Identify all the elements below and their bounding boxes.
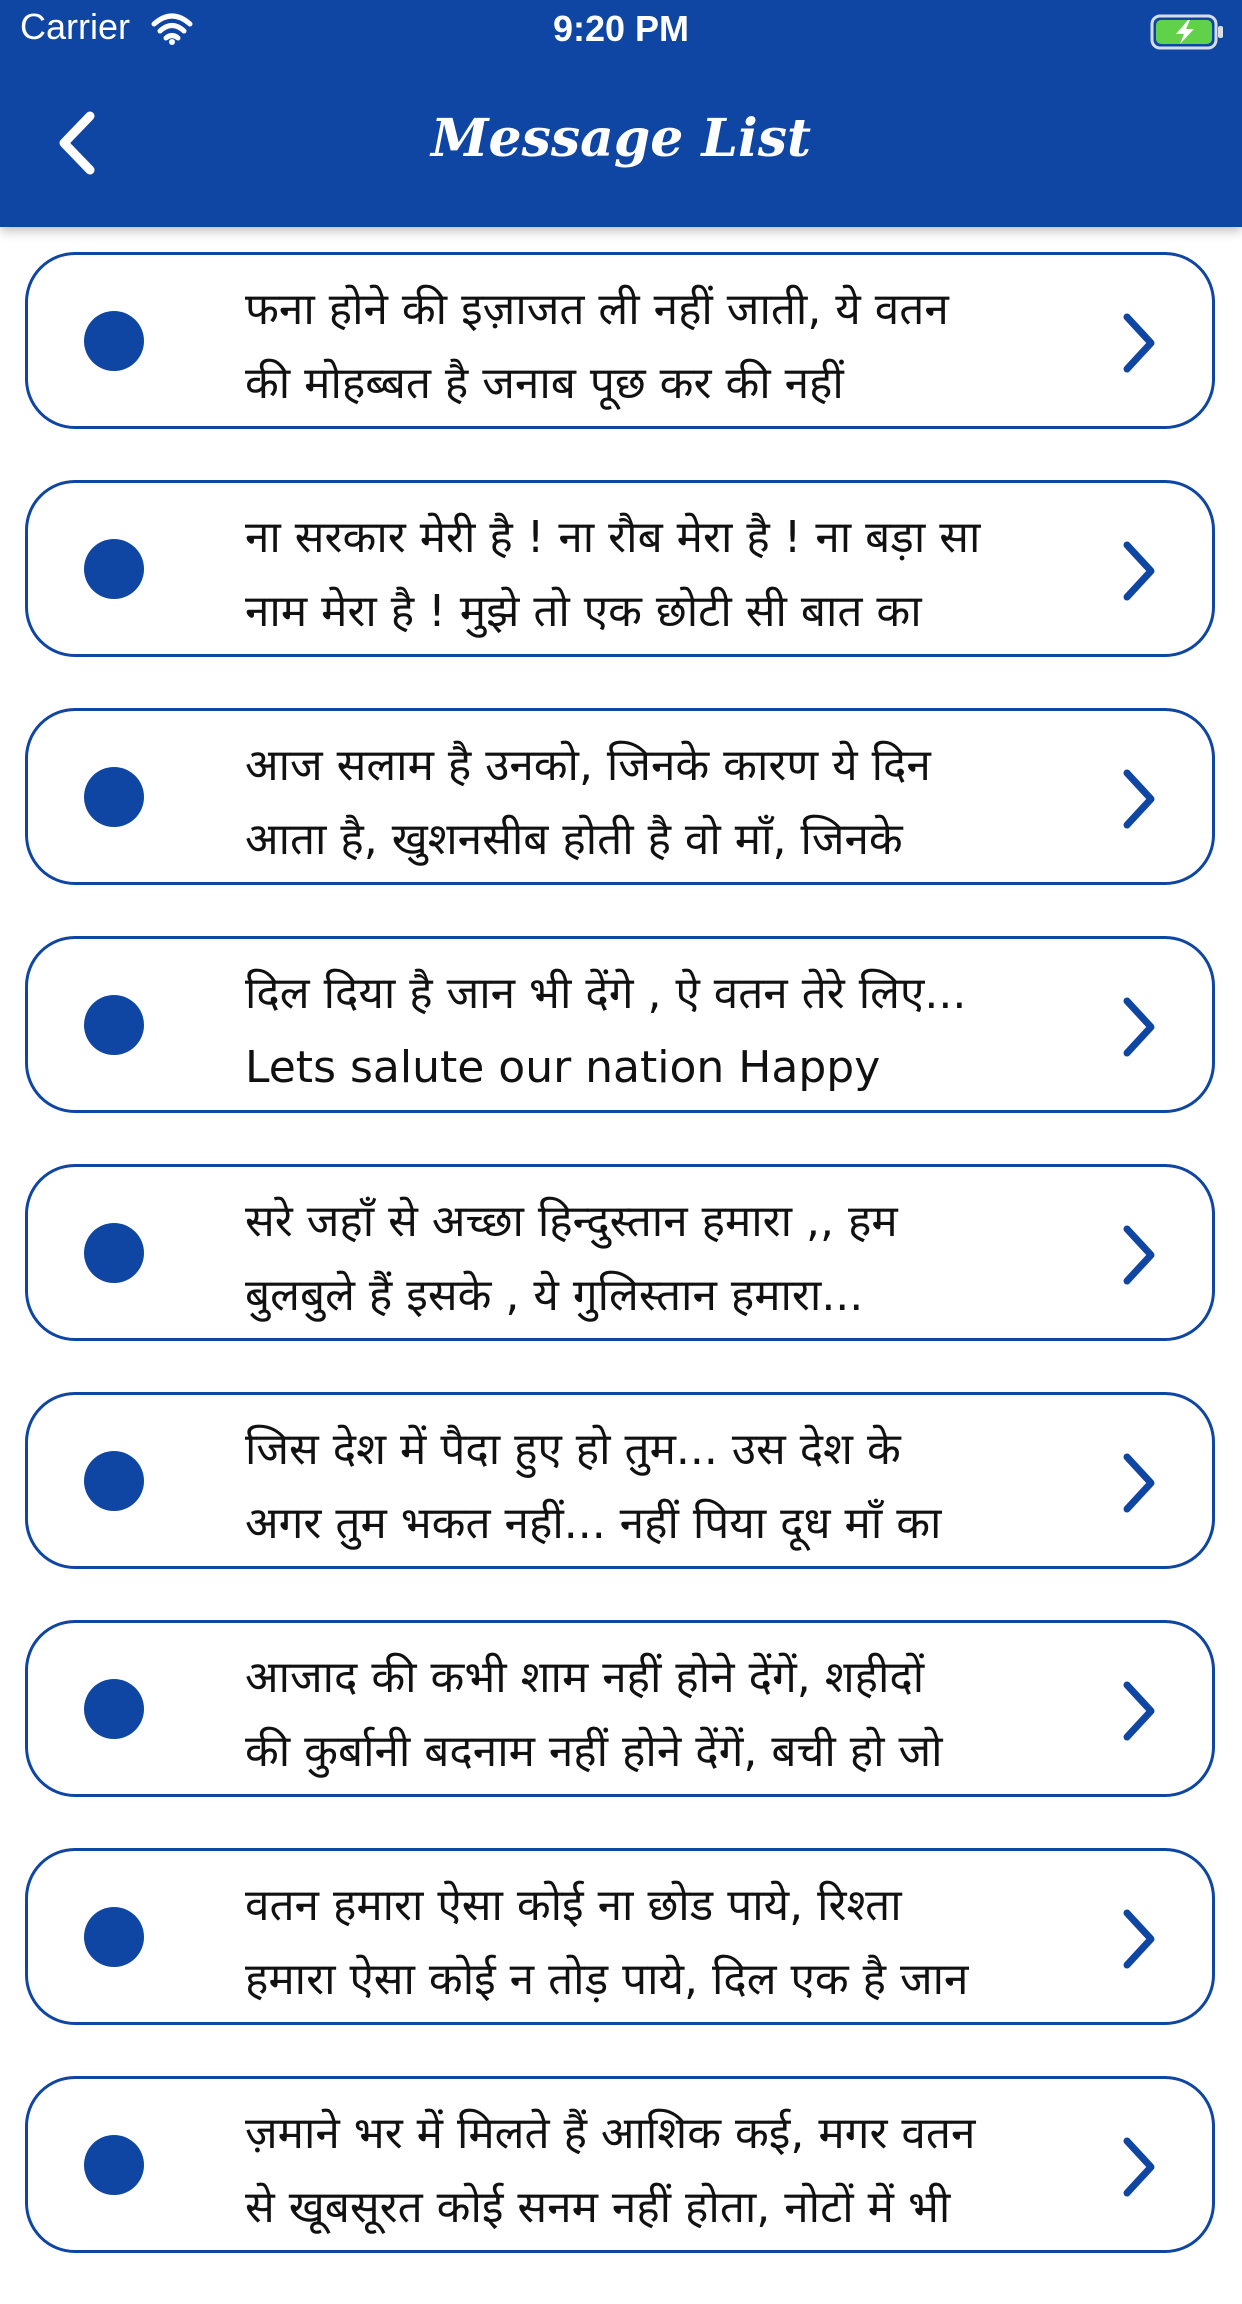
- message-line-1: दिल दिया है जान भी देंगे , ऐ वतन तेरे लि…: [245, 968, 967, 1019]
- message-text: आज सलाम है उनको, जिनके कारण ये दिन आता ह…: [245, 729, 1085, 877]
- bullet-dot-icon: [84, 2135, 144, 2195]
- chevron-right-icon: [1123, 997, 1155, 1057]
- message-line-2: बुलबुले हैं इसके , ये गुलिस्तान हमारा...: [245, 1270, 864, 1321]
- message-line-2: Lets salute our nation Happy: [245, 1042, 881, 1093]
- navigation-bar: Carrier 9:20 PM Message List: [0, 0, 1242, 227]
- bullet-dot-icon: [84, 311, 144, 371]
- status-bar: Carrier 9:20 PM: [0, 0, 1242, 62]
- chevron-right-icon: [1123, 541, 1155, 601]
- message-line-1: सरे जहाँ से अच्छा हिन्दुस्तान हमारा ,, ह…: [245, 1196, 898, 1247]
- bullet-dot-icon: [84, 767, 144, 827]
- battery-charging-icon: [1150, 14, 1226, 54]
- message-item[interactable]: ज़माने भर में मिलते हैं आशिक कई, मगर वतन…: [25, 2076, 1215, 2253]
- message-line-1: फना होने की इज़ाजत ली नहीं जाती, ये वतन: [245, 284, 949, 335]
- chevron-right-icon: [1123, 769, 1155, 829]
- chevron-right-icon: [1123, 1453, 1155, 1513]
- message-item[interactable]: दिल दिया है जान भी देंगे , ऐ वतन तेरे लि…: [25, 936, 1215, 1113]
- chevron-right-icon: [1123, 2137, 1155, 2197]
- message-line-1: वतन हमारा ऐसा कोई ना छोड पाये, रिश्ता: [245, 1880, 902, 1931]
- message-text: जिस देश में पैदा हुए हो तुम... उस देश के…: [245, 1413, 1085, 1561]
- message-line-2: नाम मेरा है ! मुझे तो एक छोटी सी बात का: [245, 586, 922, 637]
- message-item[interactable]: वतन हमारा ऐसा कोई ना छोड पाये, रिश्ता हम…: [25, 1848, 1215, 2025]
- message-line-2: की कुर्बानी बदनाम नहीं होने देंगें, बची …: [245, 1726, 943, 1777]
- message-text: वतन हमारा ऐसा कोई ना छोड पाये, रिश्ता हम…: [245, 1869, 1085, 2017]
- bullet-dot-icon: [84, 1451, 144, 1511]
- message-item[interactable]: आज सलाम है उनको, जिनके कारण ये दिन आता ह…: [25, 708, 1215, 885]
- chevron-right-icon: [1123, 1681, 1155, 1741]
- message-text: फना होने की इज़ाजत ली नहीं जाती, ये वतन …: [245, 273, 1085, 421]
- message-item[interactable]: आजाद की कभी शाम नहीं होने देंगें, शहीदों…: [25, 1620, 1215, 1797]
- message-line-2: से खूबसूरत कोई सनम नहीं होता, नोटों में …: [245, 2182, 951, 2233]
- message-item[interactable]: ना सरकार मेरी है ! ना रौब मेरा है ! ना ब…: [25, 480, 1215, 657]
- message-line-1: आज सलाम है उनको, जिनके कारण ये दिन: [245, 740, 931, 791]
- chevron-right-icon: [1123, 313, 1155, 373]
- message-item[interactable]: जिस देश में पैदा हुए हो तुम... उस देश के…: [25, 1392, 1215, 1569]
- message-text: ज़माने भर में मिलते हैं आशिक कई, मगर वतन…: [245, 2097, 1085, 2245]
- message-item[interactable]: सरे जहाँ से अच्छा हिन्दुस्तान हमारा ,, ह…: [25, 1164, 1215, 1341]
- message-text: आजाद की कभी शाम नहीं होने देंगें, शहीदों…: [245, 1641, 1085, 1789]
- bullet-dot-icon: [84, 995, 144, 1055]
- message-item[interactable]: फना होने की इज़ाजत ली नहीं जाती, ये वतन …: [25, 252, 1215, 429]
- message-line-1: जिस देश में पैदा हुए हो तुम... उस देश के: [245, 1424, 901, 1475]
- message-text: ना सरकार मेरी है ! ना रौब मेरा है ! ना ब…: [245, 501, 1085, 649]
- bullet-dot-icon: [84, 1679, 144, 1739]
- message-text: सरे जहाँ से अच्छा हिन्दुस्तान हमारा ,, ह…: [245, 1185, 1085, 1333]
- status-time: 9:20 PM: [552, 8, 690, 49]
- message-list: फना होने की इज़ाजत ली नहीं जाती, ये वतन …: [0, 252, 1242, 2304]
- message-line-2: आता है, खुशनसीब होती है वो माँ, जिनके: [245, 814, 903, 865]
- chevron-right-icon: [1123, 1909, 1155, 1969]
- message-line-2: की मोहब्बत है जनाब पूछ कर की नहीं: [245, 358, 844, 409]
- message-line-1: आजाद की कभी शाम नहीं होने देंगें, शहीदों: [245, 1652, 925, 1703]
- message-line-1: ज़माने भर में मिलते हैं आशिक कई, मगर वतन: [245, 2108, 976, 2159]
- message-line-1: ना सरकार मेरी है ! ना रौब मेरा है ! ना ब…: [245, 512, 981, 563]
- bullet-dot-icon: [84, 539, 144, 599]
- bullet-dot-icon: [84, 1907, 144, 1967]
- message-text: दिल दिया है जान भी देंगे , ऐ वतन तेरे लि…: [245, 957, 1085, 1105]
- message-line-2: अगर तुम भकत नहीं... नहीं पिया दूध माँ का: [245, 1498, 942, 1549]
- chevron-right-icon: [1123, 1225, 1155, 1285]
- page-title: Message List: [430, 108, 812, 169]
- message-line-2: हमारा ऐसा कोई न तोड़ पाये, दिल एक है जान: [245, 1954, 969, 2005]
- bullet-dot-icon: [84, 1223, 144, 1283]
